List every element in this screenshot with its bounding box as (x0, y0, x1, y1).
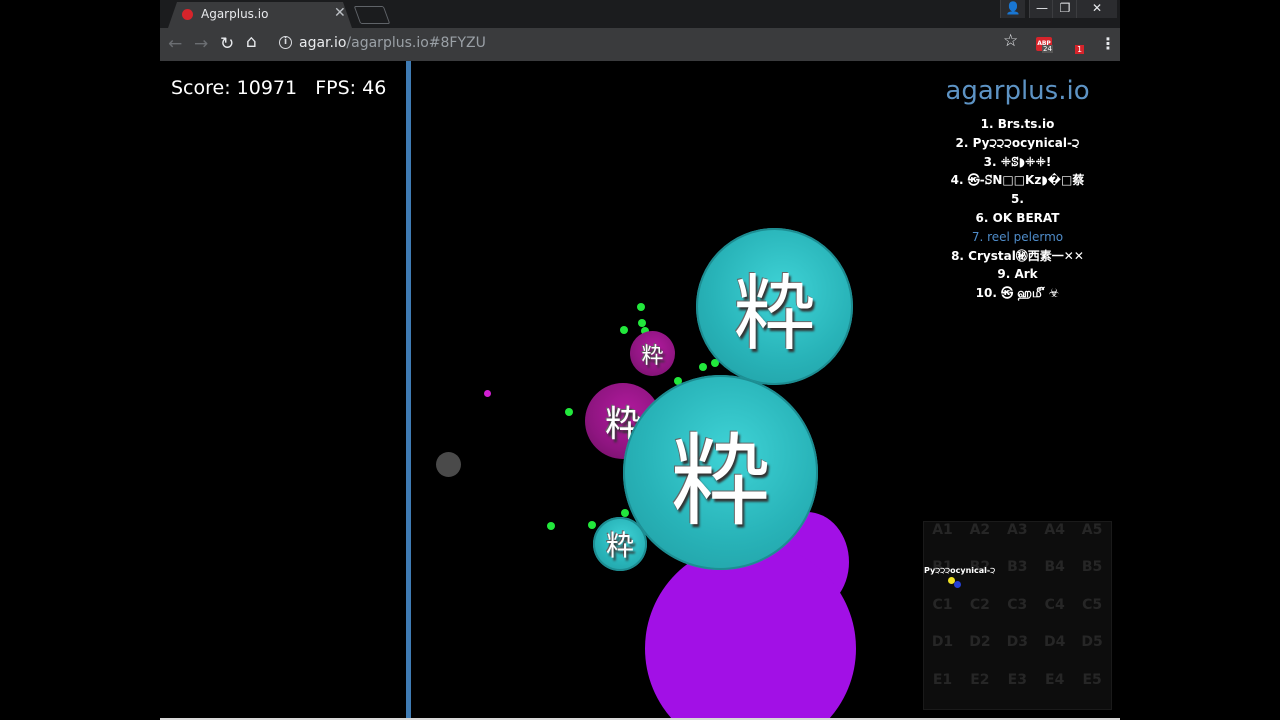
forward-button[interactable]: → (194, 34, 208, 54)
game-canvas[interactable]: Score: 10971 FPS: 46 粋 粋 粋 粋 粋 agarplus.… (160, 61, 1120, 718)
tab-strip: Agarplus.io ✕ 👤 — ❐ ✕ (160, 0, 1120, 28)
food-pellet (588, 521, 596, 529)
leaderboard-entry-self: 7. reel pelermo (971, 229, 1064, 244)
minimap-cell-a5: A5 (1081, 522, 1103, 538)
url-path: /agarplus.io#8FYZU (346, 35, 486, 51)
food-pellet (638, 319, 646, 327)
profile-icon[interactable]: 👤 (1000, 0, 1025, 18)
browser-toolbar: ← → ↻ ⌂ i agar.io/agarplus.io#8FYZU ☆ AB… (160, 28, 1120, 62)
food-pellet (547, 522, 555, 530)
minimap-cell-a1: A1 (932, 522, 953, 538)
leaderboard-entry: 8. Crystal㊙西素一✕✕ (951, 248, 1084, 263)
favicon-icon (182, 9, 193, 20)
minimap-cell-b1: B1 (932, 559, 953, 576)
minimap: A1 A2 A3 A4 A5 B1 B2 B3 B4 B5 C1 C2 C3 C4 C5 D1 D2 D3 D4 D5… (923, 521, 1112, 710)
minimap-cell-b2: B2 (969, 559, 991, 576)
minimap-cell-a2: A2 (969, 522, 991, 538)
minimap-cell-d3: D3 (1006, 634, 1028, 651)
leaderboard-entry: 9. Ark (997, 267, 1038, 282)
food-pellet (621, 509, 629, 517)
food-pellet (565, 408, 573, 416)
map-border (406, 61, 411, 718)
address-bar[interactable]: i agar.io/agarplus.io#8FYZU (272, 33, 1032, 55)
leaderboard-entry: 5. (1011, 192, 1024, 207)
player-cell: 粋 (630, 331, 675, 376)
bookmark-star-icon[interactable]: ☆ (1003, 31, 1018, 51)
minimap-teammate-dot (954, 581, 961, 588)
player-cell: 粋 (696, 228, 853, 385)
leaderboard-entry: 2. Py੨੨੨ocynical-੨ (955, 135, 1080, 150)
leaderboard-entry: 6. OK BERAT (975, 210, 1060, 225)
reload-button[interactable]: ↻ (220, 34, 234, 54)
browser-chrome: Agarplus.io ✕ 👤 — ❐ ✕ ← → ↻ ⌂ i agar.io/… (160, 0, 1120, 62)
minimap-cell-c4: C4 (1044, 596, 1065, 613)
adblock-badge: 24 (1042, 45, 1053, 53)
browser-menu-icon[interactable]: ⋮ (1100, 34, 1116, 53)
tab-title: Agarplus.io (201, 7, 269, 21)
minimap-cell-e3: E3 (1007, 671, 1027, 688)
minimap-cell-d5: D5 (1081, 634, 1103, 651)
home-button[interactable]: ⌂ (246, 32, 257, 52)
minimap-cell-c1: C1 (932, 596, 953, 613)
leaderboard-entry: 10. ㉿ ஹ௴ ☣ (975, 286, 1060, 301)
leaderboard-title: agarplus.io (945, 76, 1090, 106)
new-tab-button[interactable] (353, 6, 391, 24)
url-text: agar.io/agarplus.io#8FYZU (299, 35, 486, 51)
food-pellet (484, 390, 491, 397)
minimap-cell-b5: B5 (1081, 559, 1103, 576)
minimap-cell-d2: D2 (969, 634, 991, 651)
leaderboard-entry: 4. ㉿-ꕶN□□Kz◗�□蔡 (950, 173, 1085, 188)
minimap-cell-c3: C3 (1007, 596, 1028, 613)
leaderboard-entry: 3. ꔰꕷ◗ꔰꔰ! (983, 154, 1052, 169)
restore-button[interactable]: ❐ (1052, 0, 1077, 18)
minimap-cell-e2: E2 (970, 671, 990, 688)
url-host: agar.io (299, 35, 347, 51)
leaderboard: 1. Brs.ts.io 2. Py੨੨੨ocynical-੨ 3. ꔰꕷ◗ꔰꔰ… (920, 115, 1115, 303)
minimap-cell-c2: C2 (969, 596, 990, 613)
player-cell: 粋 (623, 375, 818, 570)
leaderboard-entry: 1. Brs.ts.io (980, 117, 1055, 131)
player-cell: 粋 (593, 517, 647, 571)
minimap-player-label: Py੨੨੨ocynical-੨ (924, 566, 996, 575)
grey-cell (436, 452, 461, 477)
extension-badge[interactable]: 1 (1075, 45, 1085, 54)
minimap-cell-c5: C5 (1082, 596, 1103, 613)
back-button[interactable]: ← (168, 34, 182, 54)
minimap-cell-a4: A4 (1044, 522, 1065, 538)
minimap-cell-d1: D1 (931, 634, 954, 651)
minimize-button[interactable]: — (1029, 0, 1054, 18)
food-pellet (699, 363, 707, 371)
close-window-button[interactable]: ✕ (1076, 0, 1117, 18)
minimap-cell-e4: E4 (1045, 671, 1065, 688)
minimap-cell-b4: B4 (1044, 559, 1065, 576)
food-pellet (637, 303, 645, 311)
food-pellet (620, 326, 628, 334)
score-fps-display: Score: 10971 FPS: 46 (171, 77, 387, 99)
close-tab-icon[interactable]: ✕ (334, 5, 346, 21)
tab-agarplus[interactable]: Agarplus.io ✕ (168, 2, 352, 28)
minimap-cell-d4: D4 (1044, 634, 1066, 651)
minimap-cell-e5: E5 (1082, 671, 1102, 688)
minimap-cell-e1: E1 (932, 671, 953, 688)
minimap-cell-a3: A3 (1007, 522, 1028, 538)
minimap-cell-b3: B3 (1007, 559, 1028, 576)
info-icon[interactable]: i (279, 36, 292, 49)
